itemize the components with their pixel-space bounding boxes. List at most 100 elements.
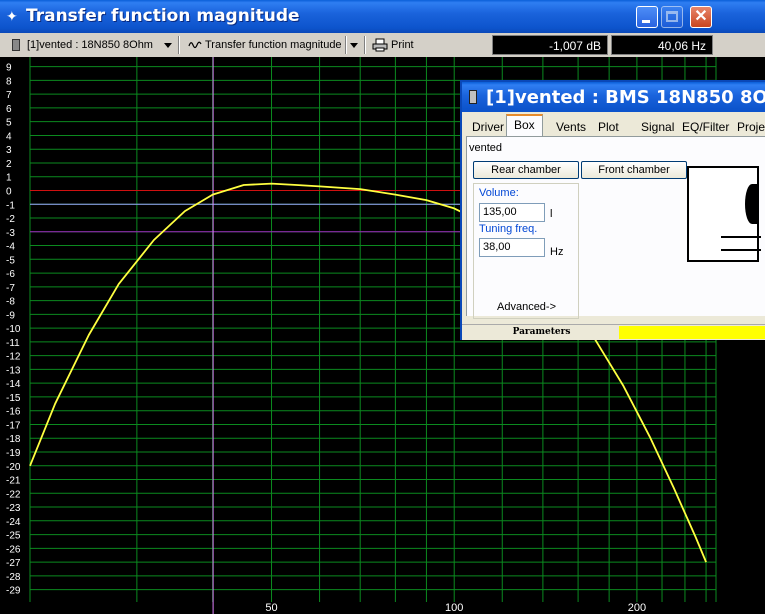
y-tick-label: -1 <box>6 200 15 211</box>
project-select-value: [1]vented : 18N850 8Ohm <box>27 39 153 51</box>
y-tick-label: -21 <box>6 476 21 487</box>
title-bar[interactable]: ✦ Transfer function magnitude ✕ <box>0 0 765 33</box>
y-tick-label: -7 <box>6 283 15 294</box>
y-tick-label: 5 <box>6 118 12 129</box>
y-tick-label: -26 <box>6 544 21 555</box>
application-window: ✦ Transfer function magnitude ✕ [1]vente… <box>0 0 765 614</box>
y-tick-label: -2 <box>6 214 15 225</box>
dialog-tabs: Driver Box Vents Plot Signal EQ/Filter P… <box>466 114 765 137</box>
tab-vents[interactable]: Vents <box>556 117 586 137</box>
y-tick-label: -22 <box>6 489 21 500</box>
toolbar-separator <box>178 36 180 54</box>
y-tick-label: 2 <box>6 159 12 170</box>
y-tick-label: 1 <box>6 173 12 184</box>
y-tick-label: -3 <box>6 228 15 239</box>
cursor-db-readout: -1,007 dB <box>492 35 608 55</box>
waveform-icon <box>188 41 202 49</box>
x-tick-label: 50 <box>265 602 277 614</box>
status-parameters-label: Parameters <box>512 327 571 337</box>
y-tick-label: -15 <box>6 393 21 404</box>
tab-driver[interactable]: Driver <box>472 117 504 137</box>
x-tick-label: 100 <box>445 602 463 614</box>
project-select[interactable]: [1]vented : 18N850 8Ohm <box>8 35 176 55</box>
y-tick-label: -19 <box>6 448 21 459</box>
chevron-down-icon <box>164 43 172 48</box>
y-tick-label: -5 <box>6 255 15 266</box>
minimize-icon <box>642 20 650 23</box>
cursor-hz-readout: 40,06 Hz <box>611 35 713 55</box>
y-tick-label: 0 <box>6 186 12 197</box>
tuning-freq-unit: Hz <box>550 246 564 258</box>
volume-label: Volume: <box>479 187 519 199</box>
app-icon: ✦ <box>6 8 18 24</box>
y-tick-label: -4 <box>6 242 15 253</box>
tab-eq-filter[interactable]: EQ/Filter <box>682 117 729 137</box>
tab-box[interactable]: Box <box>506 114 543 137</box>
dialog-title-bar[interactable]: [1]vented : BMS 18N850 8Ohm <box>462 82 765 112</box>
maximize-icon <box>666 11 678 22</box>
rear-chamber-button[interactable]: Rear chamber <box>473 161 579 179</box>
x-tick-label: 200 <box>628 602 646 614</box>
y-tick-label: -20 <box>6 462 21 473</box>
graph-type-select[interactable]: Transfer function magnitude <box>184 35 362 55</box>
minimize-button[interactable] <box>636 6 658 28</box>
y-tick-label: -9 <box>6 310 15 321</box>
y-tick-label: 4 <box>6 131 12 142</box>
y-tick-label: -27 <box>6 558 21 569</box>
speaker-icon <box>745 184 759 224</box>
y-tick-label: -28 <box>6 572 21 583</box>
speaker-box-icon <box>12 39 20 51</box>
front-chamber-button[interactable]: Front chamber <box>581 161 687 179</box>
volume-unit: l <box>550 208 553 220</box>
y-tick-label: 3 <box>6 145 12 156</box>
port-line <box>721 236 761 238</box>
y-tick-label: -6 <box>6 269 15 280</box>
y-tick-label: 6 <box>6 104 12 115</box>
close-icon: ✕ <box>694 8 708 25</box>
y-tick-label: -11 <box>6 338 20 349</box>
tab-signal[interactable]: Signal <box>641 117 674 137</box>
y-tick-label: 7 <box>6 90 12 101</box>
maximize-button[interactable] <box>661 6 683 28</box>
tuning-freq-input[interactable]: 38,00 <box>479 238 545 257</box>
y-tick-label: -12 <box>6 352 21 363</box>
y-tick-label: -14 <box>6 379 21 390</box>
toolbar-separator <box>345 36 347 54</box>
y-tick-label: 8 <box>6 76 12 87</box>
speaker-box-icon <box>469 90 477 104</box>
y-tick-label: -23 <box>6 503 21 514</box>
advanced-button[interactable]: Advanced-> <box>497 301 556 313</box>
box-preview <box>687 166 761 262</box>
status-indicator <box>619 326 765 339</box>
y-tick-label: -13 <box>6 365 21 376</box>
graph-type-select-value: Transfer function magnitude <box>205 39 342 51</box>
y-tick-label: -24 <box>6 517 21 528</box>
tab-plot[interactable]: Plot <box>598 117 619 137</box>
print-button[interactable]: Print <box>370 35 426 55</box>
box-type-label: vented <box>469 142 503 154</box>
y-tick-label: -16 <box>6 407 21 418</box>
print-label: Print <box>391 39 414 51</box>
y-tick-label: -18 <box>6 434 21 445</box>
dialog-body: Driver Box Vents Plot Signal EQ/Filter P… <box>462 112 765 340</box>
y-tick-label: -25 <box>6 531 21 542</box>
toolbar-separator <box>364 36 366 54</box>
y-tick-label: -10 <box>6 324 21 335</box>
box-properties-dialog[interactable]: [1]vented : BMS 18N850 8Ohm Driver Box V… <box>460 80 765 340</box>
chamber-parameters: Volume: 135,00 l Tuning freq. 38,00 Hz A… <box>473 183 579 319</box>
volume-input[interactable]: 135,00 <box>479 203 545 222</box>
window-title: Transfer function magnitude <box>26 6 300 26</box>
tab-project[interactable]: Project <box>737 117 765 137</box>
printer-icon <box>372 38 388 52</box>
y-tick-label: -29 <box>6 586 21 597</box>
chevron-down-icon <box>350 43 358 48</box>
tuning-freq-label: Tuning freq. <box>479 223 538 235</box>
y-tick-label: -17 <box>6 420 21 431</box>
dialog-status-bar: Parameters <box>462 324 765 340</box>
port-line <box>721 249 761 251</box>
y-tick-label: -8 <box>6 297 15 308</box>
y-tick-label: 9 <box>6 63 12 74</box>
dialog-title: [1]vented : BMS 18N850 8Ohm <box>486 87 765 108</box>
toolbar: [1]vented : 18N850 8Ohm Transfer functio… <box>0 33 765 57</box>
close-button[interactable]: ✕ <box>690 6 712 28</box>
